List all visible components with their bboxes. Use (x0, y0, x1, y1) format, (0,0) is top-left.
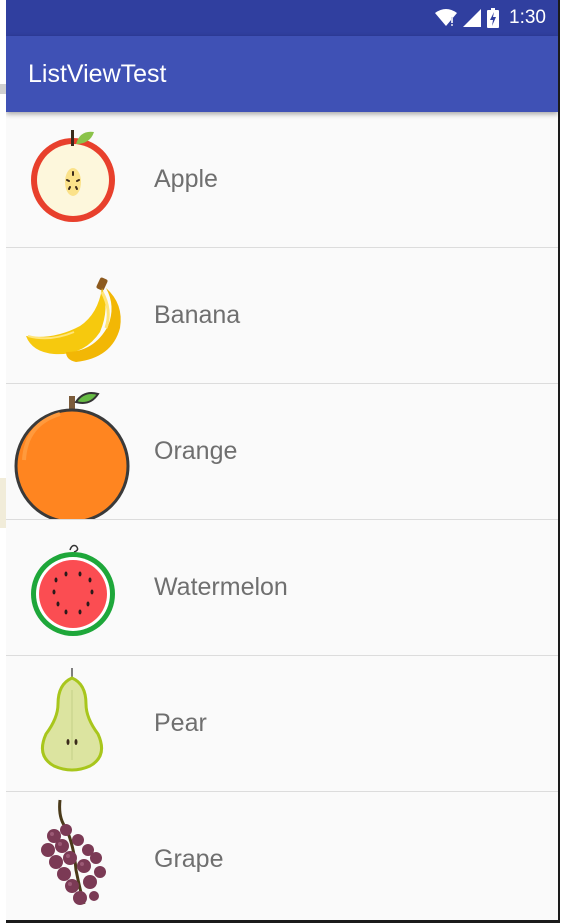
list-item[interactable]: Orange (6, 384, 558, 520)
battery-icon (487, 8, 500, 28)
desktop-background: 1:30 ListViewTest Apple Banana Orange Wa… (0, 0, 562, 924)
grape-icon (14, 792, 134, 920)
orange-icon (14, 384, 134, 519)
status-time: 1:30 (509, 7, 546, 28)
pear-icon (14, 656, 134, 791)
list-item[interactable]: Banana (6, 248, 558, 384)
emulator-screen: 1:30 ListViewTest Apple Banana Orange Wa… (6, 0, 560, 923)
app-title: ListViewTest (28, 60, 167, 88)
apple-icon (14, 112, 134, 247)
fruit-name: Orange (154, 437, 238, 465)
list-item[interactable]: Apple (6, 112, 558, 248)
status-bar: 1:30 (6, 0, 558, 36)
app-bar: ListViewTest (6, 36, 558, 112)
list-item[interactable]: Pear (6, 656, 558, 792)
cell-signal-icon (463, 9, 482, 27)
fruit-name: Watermelon (154, 573, 288, 601)
fruit-name: Grape (154, 845, 224, 873)
fruit-name: Apple (154, 165, 218, 193)
list-item[interactable]: Grape (6, 792, 558, 920)
wifi-icon (435, 9, 458, 27)
fruit-name: Pear (154, 709, 207, 737)
watermelon-icon (14, 520, 134, 655)
fruit-name: Banana (154, 301, 241, 329)
list-item[interactable]: Watermelon (6, 520, 558, 656)
fruit-list[interactable]: Apple Banana Orange Watermelon Pear Grap… (6, 112, 558, 920)
banana-icon (14, 248, 134, 383)
status-icons: 1:30 (435, 0, 546, 36)
